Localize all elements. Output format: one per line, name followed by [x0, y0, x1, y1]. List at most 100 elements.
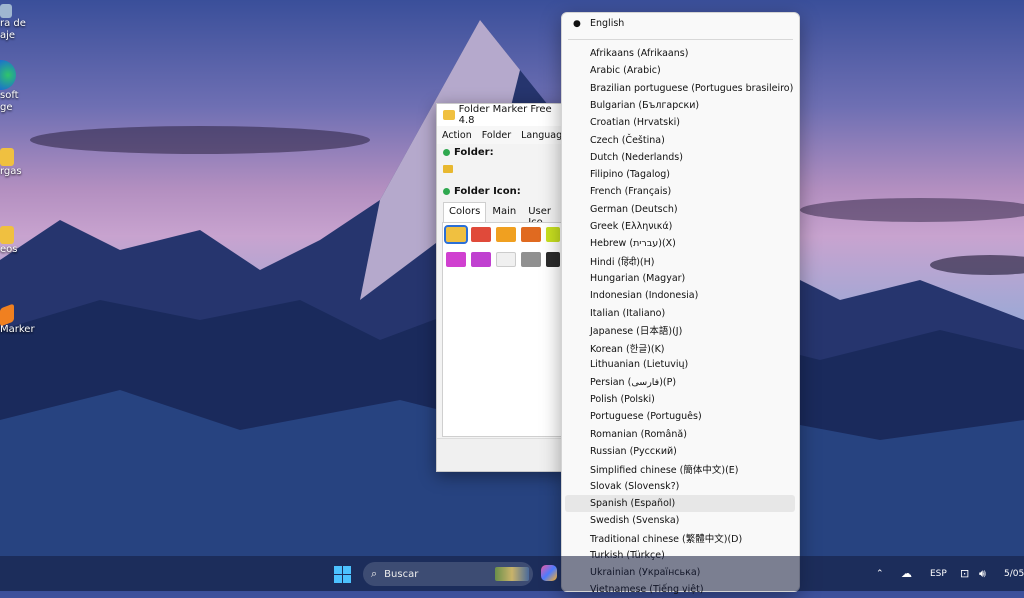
menu-item-label: Simplified chinese (簡体中文)(E) — [590, 464, 739, 476]
desktop-icon-1[interactable]: ra de aje — [0, 4, 26, 42]
network-status-icon[interactable]: ☁ — [901, 556, 912, 591]
volume-icon[interactable]: 🔊︎ — [979, 556, 986, 591]
menu-item-label: German (Deutsch) — [590, 203, 678, 215]
menu-item-label: Traditional chinese (繁體中文)(D) — [590, 533, 743, 545]
menu-item-language[interactable]: Czech (Čeština) — [565, 132, 795, 149]
folder-swatch-white[interactable] — [496, 252, 516, 267]
menu-item-language[interactable]: Dutch (Nederlands) — [565, 149, 795, 166]
menu-item-language[interactable]: Polish (Polski) — [565, 391, 795, 408]
menu-item-label: Afrikaans (Afrikaans) — [590, 48, 689, 59]
color-icons-panel — [442, 222, 564, 437]
folder-label: Folder: — [454, 147, 494, 158]
menu-item-label: Japanese (日本語)(J) — [590, 326, 683, 338]
menu-item-label: Russian (Русский) — [590, 445, 677, 457]
menu-item-language[interactable]: Russian (Русский) — [565, 443, 795, 460]
folder-swatch-dark-orange[interactable] — [521, 227, 541, 242]
folder-icon — [443, 165, 453, 173]
language-indicator[interactable]: ESP — [930, 556, 947, 591]
menu-item-label: Czech (Čeština) — [590, 134, 665, 146]
menu-item-english[interactable]: ● English — [565, 15, 795, 32]
desktop-icon-edge[interactable]: soft ge — [0, 60, 19, 114]
tray-chevron-icon[interactable]: ⌃ — [876, 556, 884, 591]
taskbar-search[interactable]: ⌕ Buscar — [363, 562, 533, 586]
menu-item-label: Polish (Polski) — [590, 394, 655, 405]
folder-swatch-black[interactable] — [546, 252, 560, 267]
menu-item-label: Slovak (Slovensk?) — [590, 480, 680, 492]
folder-swatch-orange[interactable] — [496, 227, 516, 242]
menu-item-language[interactable]: Swedish (Svenska) — [565, 512, 795, 529]
folder-swatch-purple[interactable] — [471, 252, 491, 267]
menu-item-language[interactable]: Romanian (Română) — [565, 426, 795, 443]
desktop-icon-videos[interactable]: eos — [0, 226, 17, 255]
folder-swatch-yellow-selected[interactable] — [444, 225, 468, 244]
menu-folder[interactable]: Folder — [482, 130, 511, 141]
menu-item-label: Arabic (Arabic) — [590, 65, 661, 77]
window-title: Folder Marker Free 4.8 — [458, 104, 552, 126]
menu-item-language[interactable]: Korean (한글)(K) — [565, 339, 795, 356]
folder-path-field[interactable] — [443, 161, 561, 177]
menu-item-label: Hebrew (עברית)(X) — [590, 238, 676, 250]
menu-item-language[interactable]: Hebrew (עברית)(X) — [565, 235, 795, 252]
menu-item-language[interactable]: Afrikaans (Afrikaans) — [565, 45, 795, 62]
folder-section: Folder: — [437, 144, 567, 161]
folder-swatch-lime[interactable] — [546, 227, 560, 242]
search-placeholder: Buscar — [384, 568, 419, 580]
menu-item-label: Hindi (हिंदी)(H) — [590, 256, 655, 268]
menu-item-language[interactable]: Slovak (Slovensk?) — [565, 478, 795, 495]
menu-item-language[interactable]: Japanese (日本語)(J) — [565, 322, 795, 339]
folder-icon-section: Folder Icon: — [437, 183, 567, 200]
menu-item-label: Hungarian (Magyar) — [590, 272, 686, 284]
taskbar: ⌕ Buscar ⌃ ☁ ESP ⊡ 🔊︎ 5/05/ — [0, 556, 1024, 591]
windows-logo-icon — [334, 566, 342, 574]
network-icon[interactable]: ⊡ — [960, 556, 969, 591]
menu-item-language[interactable]: Portuguese (Português) — [565, 408, 795, 425]
menu-item-language[interactable]: Hungarian (Magyar) — [565, 270, 795, 287]
selected-bullet-icon: ● — [573, 19, 581, 29]
menu-item-label: Filipino (Tagalog) — [590, 169, 671, 181]
menu-item-language[interactable]: Simplified chinese (簡体中文)(E) — [565, 460, 795, 477]
desktop-icon-folder-marker[interactable]: Marker — [0, 303, 35, 335]
folder-icon-label: Folder Icon: — [454, 186, 521, 197]
start-button[interactable] — [334, 566, 351, 583]
menu-item-label: Croatian (Hrvatski) — [590, 117, 680, 129]
menu-item-language[interactable]: Spanish (Español) — [565, 494, 795, 512]
menu-item-language[interactable]: Italian (Italiano) — [565, 305, 795, 322]
search-highlight-image — [495, 567, 529, 581]
menu-item-language[interactable]: Traditional chinese (繁體中文)(D) — [565, 529, 795, 546]
folder-swatch-magenta[interactable] — [446, 252, 466, 267]
menu-item-language[interactable]: Greek (Ελληνικά) — [565, 218, 795, 235]
folder-swatch-red[interactable] — [471, 227, 491, 242]
menu-item-label: Lithuanian (Lietuvių) — [590, 359, 689, 371]
search-icon: ⌕ — [371, 567, 378, 580]
menu-item-label: Indonesian (Indonesia) — [590, 290, 699, 302]
menu-item-label: Spanish (Español) — [590, 497, 676, 509]
desktop-icon-folder[interactable]: rgas — [0, 148, 22, 177]
menu-item-language[interactable]: Bulgarian (Български) — [565, 97, 795, 114]
menu-separator — [568, 39, 793, 40]
menu-item-language[interactable]: German (Deutsch) — [565, 201, 795, 218]
menu-item-language[interactable]: Persian (فارسی)(P) — [565, 374, 795, 391]
menu-item-language[interactable]: Lithuanian (Lietuvių) — [565, 356, 795, 373]
menu-item-language[interactable]: French (Français) — [565, 183, 795, 200]
folder-swatch-gray[interactable] — [521, 252, 541, 267]
menu-item-language[interactable]: Filipino (Tagalog) — [565, 166, 795, 183]
menu-item-language[interactable]: Indonesian (Indonesia) — [565, 287, 795, 304]
copilot-icon[interactable] — [541, 565, 557, 581]
menu-item-language[interactable]: Brazilian portuguese (Portugues brasilei… — [565, 80, 795, 97]
menu-item-label: Swedish (Svenska) — [590, 515, 680, 527]
clock-date[interactable]: 5/05/ — [1004, 556, 1024, 591]
status-dot-icon — [443, 149, 450, 156]
window-titlebar[interactable]: Folder Marker Free 4.8 — [437, 104, 567, 126]
menu-item-label: Korean (한글)(K) — [590, 343, 665, 355]
menubar: Action Folder Language — [437, 126, 567, 144]
menu-action[interactable]: Action — [442, 130, 472, 141]
menu-item-language[interactable]: Arabic (Arabic) — [565, 62, 795, 79]
status-dot-icon — [443, 188, 450, 195]
menu-item-label: Persian (فارسی)(P) — [590, 376, 677, 388]
menu-item-label: Portuguese (Português) — [590, 411, 702, 423]
menu-item-label: English — [590, 18, 625, 29]
menu-item-language[interactable]: Hindi (हिंदी)(H) — [565, 253, 795, 270]
menu-item-language[interactable]: Croatian (Hrvatski) — [565, 114, 795, 131]
menu-item-label: Italian (Italiano) — [590, 307, 666, 319]
menu-item-label: Dutch (Nederlands) — [590, 151, 683, 163]
